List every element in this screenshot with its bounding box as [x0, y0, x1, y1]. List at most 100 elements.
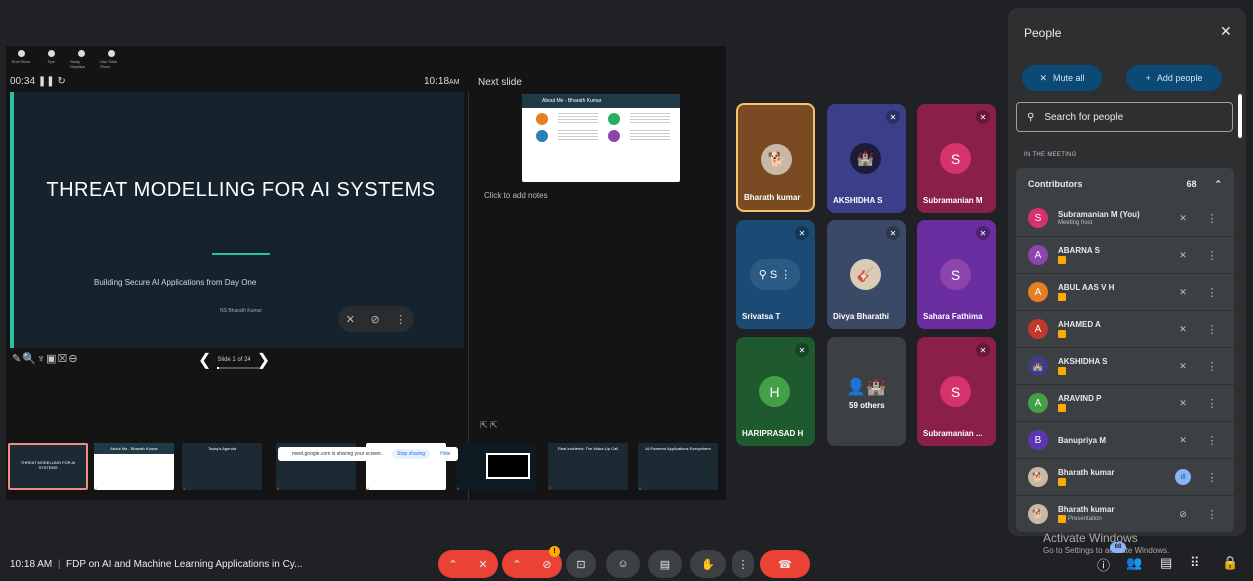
avatar-group: 👤🏰	[846, 378, 886, 396]
participant-tile[interactable]: ✕ 🎸 Divya Bharathi	[827, 220, 906, 329]
screen-share-off-icon: ⊘	[1179, 508, 1187, 519]
mic-off-icon: ✕	[1179, 323, 1187, 334]
participant-row[interactable]: A ABARNA S ✕ ⋮	[1016, 237, 1234, 273]
participant-tile[interactable]: ✕ 🏰 AKSHIDHA S	[827, 104, 906, 213]
swap-displays-button[interactable]: Swap Displays	[70, 50, 92, 72]
participant-tile[interactable]: ✕ S Subramanian ...	[917, 337, 996, 446]
thumbnail-slide[interactable]: About Me - Bharath Kumar 2	[94, 443, 174, 490]
more-options-icon[interactable]: ⋮	[1202, 286, 1222, 299]
mic-toggle-button[interactable]: ⌃ ✕	[438, 550, 498, 578]
mic-off-icon: ✕	[1179, 434, 1187, 445]
present-screen-button[interactable]: ⊡	[566, 550, 596, 578]
more-options-icon[interactable]: ⋮	[1202, 323, 1222, 336]
people-icon[interactable]: 👥	[1126, 555, 1142, 571]
captions-icon: ▤	[659, 558, 671, 571]
others-tile[interactable]: 👤🏰 59 others	[827, 337, 906, 446]
slide-counter: Slide 1 of 24	[217, 357, 260, 369]
current-slide: THREAT MODELLING FOR AI SYSTEMS Building…	[10, 92, 464, 348]
participant-row[interactable]: 🏰 AKSHIDHA S ✕ ⋮	[1016, 348, 1234, 384]
mic-off-icon[interactable]: ⊘	[370, 313, 379, 326]
participant-row[interactable]: A ARAVIND P ✕ ⋮	[1016, 385, 1234, 421]
more-options-icon[interactable]: ⋮	[1202, 508, 1222, 521]
raise-hand-button[interactable]: ✋	[690, 550, 726, 578]
end-show-button[interactable]: End Show	[10, 50, 32, 72]
avatar: H	[759, 376, 790, 407]
contributors-header[interactable]: Contributors 68 ⌃	[1016, 168, 1234, 200]
close-icon[interactable]: ✕	[1220, 23, 1232, 40]
more-options-icon[interactable]: ⋮	[1202, 360, 1222, 373]
search-input[interactable]: ⚲ Search for people	[1016, 102, 1233, 132]
slide-divider	[212, 253, 270, 255]
more-options-icon[interactable]: ⋮	[1202, 471, 1222, 484]
hang-up-icon: ☎	[778, 558, 792, 571]
pause-icon[interactable]: ❚❚	[38, 76, 55, 87]
slide-subtitle: Building Secure AI Applications from Day…	[94, 278, 257, 287]
participant-row[interactable]: A ABUL AAS V H ✕ ⋮	[1016, 274, 1234, 310]
annotation-tools[interactable]: ✎🔍♆▣☒⊖	[12, 352, 79, 365]
participant-row[interactable]: S Subramanian M (You) Meeting host ✕ ⋮	[1016, 200, 1234, 236]
activities-icon[interactable]: ⠿	[1190, 555, 1200, 571]
avatar: 🐕	[1028, 467, 1048, 487]
participant-row[interactable]: 🐕 Bharath kumar ıll ⋮	[1016, 459, 1234, 495]
speaker-notes[interactable]: Click to add notes	[484, 191, 548, 200]
avatar: 🐕	[761, 144, 792, 175]
restart-icon[interactable]: ↻	[57, 76, 65, 87]
participant-row[interactable]: A AHAMED A ✕ ⋮	[1016, 311, 1234, 347]
mic-off-icon: ✕	[478, 558, 488, 571]
more-options-icon[interactable]: ⋮	[395, 313, 406, 326]
mic-off-icon: ✕	[976, 343, 990, 357]
chat-icon[interactable]: ▤	[1160, 555, 1172, 571]
participant-tile[interactable]: ✕ S Subramanian M	[917, 104, 996, 213]
previous-slide-icon[interactable]: ❮	[198, 350, 211, 370]
participant-tile[interactable]: ✕ H HARIPRASAD H	[736, 337, 815, 446]
mute-all-button[interactable]: ✕ Mute all	[1022, 65, 1102, 91]
avatar: B	[1028, 430, 1048, 450]
thumbnail-slide[interactable]: AI-Powered Applications Everywhere 8	[638, 443, 718, 490]
meeting-title: FDP on AI and Machine Learning Applicati…	[66, 559, 303, 570]
avatar: S	[1028, 208, 1048, 228]
captions-button[interactable]: ▤	[648, 550, 682, 578]
chevron-up-icon[interactable]: ⌃	[512, 558, 521, 571]
floating-controls: ✕ ⊘ ⋮	[338, 306, 414, 332]
more-options-icon[interactable]: ⋮	[1202, 249, 1222, 262]
more-options-button[interactable]: ⋮	[732, 550, 754, 578]
emoji-icon: ☺	[617, 558, 629, 570]
participant-tile[interactable]: ✕ ⚲ S ⋮ Srivatsa T	[736, 220, 815, 329]
avatar: 🐕	[1028, 504, 1048, 524]
co-host-badge-icon	[1058, 478, 1066, 486]
presenter-clock: 10:18AM	[424, 76, 460, 87]
mic-off-icon: ✕	[1179, 360, 1187, 371]
people-count-badge: 68	[1110, 542, 1126, 553]
thumbnail-slide[interactable]: Real Incidents: The Wake-Up Call 7	[548, 443, 628, 490]
host-controls-icon[interactable]: 🔒	[1222, 555, 1238, 571]
participant-tile[interactable]: 🐕 Bharath kumar	[736, 103, 815, 212]
tile-controls-icon[interactable]: ⚲ S ⋮	[750, 259, 800, 290]
participant-tile[interactable]: ✕ S Sahara Fathima	[917, 220, 996, 329]
chevron-up-icon[interactable]: ⌃	[448, 558, 457, 571]
hide-button[interactable]: Hide	[440, 451, 450, 457]
leave-call-button[interactable]: ☎	[760, 550, 810, 578]
stop-sharing-button[interactable]: Stop sharing	[392, 449, 431, 459]
pin-icon[interactable]: ⇱ ⇱	[480, 420, 498, 431]
scrollbar[interactable]	[1238, 94, 1242, 138]
activate-windows-hint: Go to Settings to activate Windows.	[1043, 546, 1170, 555]
participant-row[interactable]: 🐕 Bharath kumar Presentation ⊘ ⋮	[1016, 496, 1234, 532]
unpin-icon[interactable]: ✕	[346, 313, 355, 326]
more-options-icon[interactable]: ⋮	[1202, 212, 1222, 225]
more-options-icon[interactable]: ⋮	[1202, 397, 1222, 410]
tips-button[interactable]: Tips	[40, 50, 62, 72]
panel-title: People	[1024, 26, 1062, 40]
reactions-button[interactable]: ☺	[606, 550, 640, 578]
thumbnail-slide[interactable]: 6	[456, 443, 536, 490]
camera-off-icon: ⊘	[542, 558, 552, 571]
warning-badge: !	[549, 546, 560, 557]
use-slide-show-button[interactable]: Use Slide Show	[100, 50, 122, 72]
add-people-button[interactable]: + Add people	[1126, 65, 1222, 91]
more-options-icon[interactable]: ⋮	[1202, 434, 1222, 447]
thumbnail-slide[interactable]: Today's Agenda 3	[182, 443, 262, 490]
participant-row[interactable]: B Banupriya M ✕ ⋮	[1016, 422, 1234, 458]
info-icon[interactable]: ⓘ	[1097, 555, 1110, 574]
thumbnail-slide[interactable]: THREAT MODELLING FOR AI SYSTEMS	[8, 443, 88, 490]
avatar: A	[1028, 282, 1048, 302]
chevron-up-icon: ⌃	[1214, 178, 1222, 189]
